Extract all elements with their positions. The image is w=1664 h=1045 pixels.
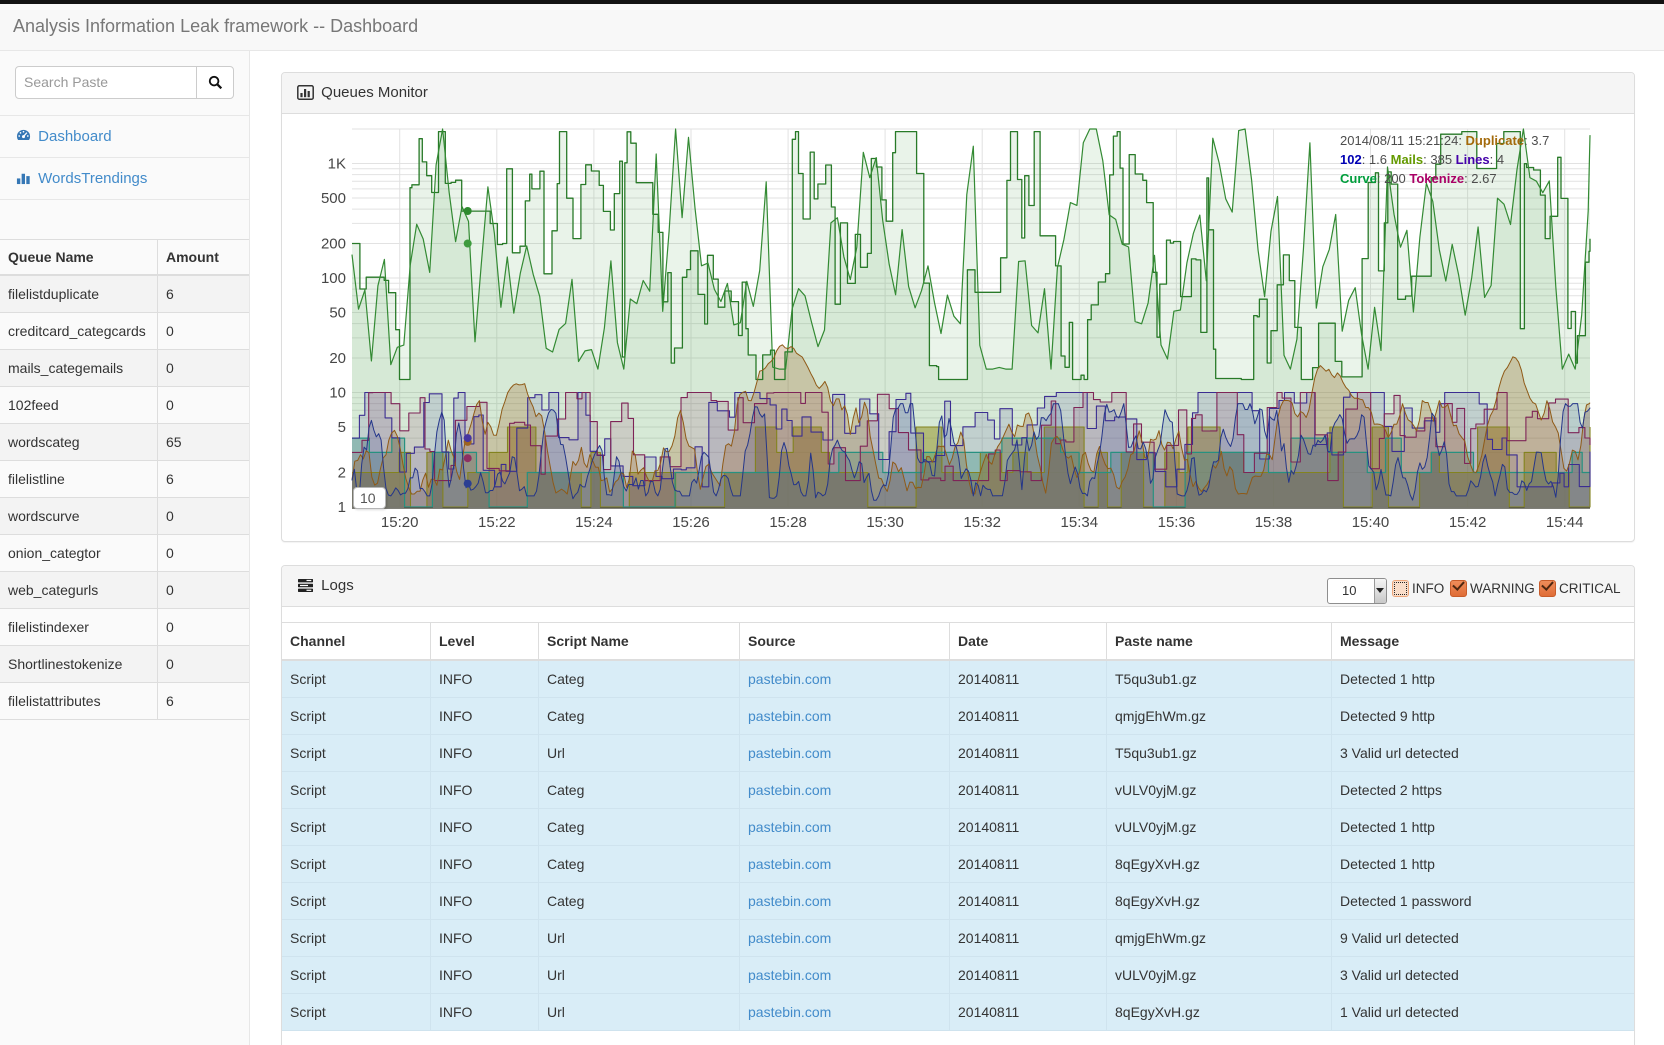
svg-text:15:22: 15:22	[478, 514, 516, 531]
svg-text:50: 50	[329, 305, 346, 322]
svg-text:1K: 1K	[328, 156, 346, 173]
svg-text:10: 10	[329, 385, 346, 402]
svg-text:15:30: 15:30	[866, 514, 904, 531]
svg-text:15:26: 15:26	[672, 514, 710, 531]
svg-text:15:44: 15:44	[1546, 514, 1584, 531]
svg-text:15:42: 15:42	[1449, 514, 1487, 531]
svg-text:15:36: 15:36	[1158, 514, 1196, 531]
svg-text:2: 2	[338, 465, 346, 482]
svg-text:500: 500	[321, 190, 346, 207]
svg-text:15:32: 15:32	[963, 514, 1001, 531]
svg-text:20: 20	[329, 350, 346, 367]
svg-text:1: 1	[338, 499, 346, 516]
svg-text:15:20: 15:20	[381, 514, 419, 531]
svg-text:15:34: 15:34	[1061, 514, 1099, 531]
svg-text:15:24: 15:24	[575, 514, 613, 531]
svg-text:15:38: 15:38	[1255, 514, 1293, 531]
svg-text:15:28: 15:28	[769, 514, 807, 531]
svg-text:15:40: 15:40	[1352, 514, 1390, 531]
svg-text:200: 200	[321, 236, 346, 253]
svg-text:5: 5	[338, 419, 346, 436]
svg-text:100: 100	[321, 270, 346, 287]
